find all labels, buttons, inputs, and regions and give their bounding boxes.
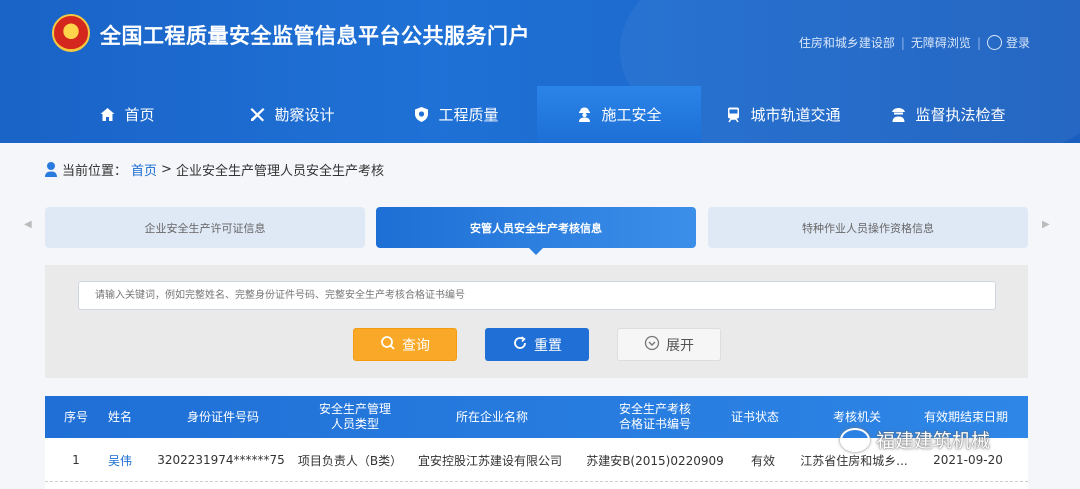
nav-label: 首页 [124,106,155,124]
column-header: 安全生产管理 人员类型 [318,402,391,431]
location-pin-icon [44,161,58,178]
column-header: 序号 [63,409,88,424]
link-divider: | [900,35,905,50]
nav-item-rail-transit[interactable]: 城市轨道交通 [718,86,848,143]
site-title: 全国工程质量安全监管信息平台公共服务门户 [100,24,530,48]
nav-label: 施工安全 [601,106,662,124]
expand-button[interactable]: 展开 [617,328,721,361]
cell-company: 宜安控股江苏建设有限公司 [417,453,562,468]
worker-icon [576,106,593,123]
column-header: 安全生产考核 合格证书编号 [618,402,691,431]
site-header: 全国工程质量安全监管信息平台公共服务门户 住房和城乡建设部 | 无障碍浏览 | … [0,0,1080,143]
cell-person-type: 项目负责人（B类） [297,453,403,468]
tab-special-operation[interactable]: 特种作业人员操作资格信息 [708,207,1028,248]
top-links: 住房和城乡建设部 | 无障碍浏览 | 登录 [799,34,1030,51]
shield-icon [413,106,430,123]
ministry-link[interactable]: 住房和城乡建设部 [799,34,895,51]
nav-item-construction-safety[interactable]: 施工安全 [537,86,701,143]
tab-enterprise-license[interactable]: 企业安全生产许可证信息 [45,207,365,248]
column-header: 所在企业名称 [455,409,528,424]
chevron-down-circle-icon [644,335,660,355]
refresh-icon [512,335,528,355]
wechat-icon [840,427,870,452]
nav-label: 城市轨道交通 [750,106,841,124]
search-panel: 查询 重置 展开 [45,265,1028,378]
breadcrumb-home-link[interactable]: 首页 [131,160,157,179]
link-divider: | [976,35,981,50]
nav-item-home[interactable]: 首页 [82,86,172,143]
cell-name-link[interactable]: 吴伟 [100,438,140,482]
expand-button-label: 展开 [666,337,694,354]
cell-status: 有效 [750,453,775,468]
search-button-label: 查询 [402,337,430,354]
reset-button-label: 重置 [534,337,562,354]
login-link[interactable]: 登录 [986,34,1030,51]
search-input[interactable] [78,281,996,310]
chevron-right-icon[interactable]: ▶ [1042,219,1050,230]
nav-item-supervision[interactable]: 监督执法检查 [884,86,1012,143]
tab-safety-manager-exam[interactable]: 安管人员安全生产考核信息 [376,207,696,255]
wechat-watermark: 福建建筑机械 [840,426,990,453]
search-button[interactable]: 查询 [353,328,457,361]
column-header: 证书状态 [730,409,779,424]
nav-label: 工程质量 [438,106,499,124]
breadcrumb-current: 企业安全生产管理人员安全生产考核 [175,163,384,179]
chevron-left-icon[interactable]: ◀ [24,219,32,230]
tools-icon [249,106,266,123]
breadcrumb-separator: > [161,161,172,177]
national-emblem-icon [52,14,90,52]
column-header: 姓名 [107,409,132,424]
cell-id-number: 3202231974******75 [157,453,285,467]
nav-item-survey-design[interactable]: 勘察设计 [233,86,351,143]
user-icon [986,35,1002,50]
watermark-text: 福建建筑机械 [876,430,991,452]
tab-label: 企业安全生产许可证信息 [144,221,266,235]
train-icon [725,106,742,123]
main-nav: 首页 勘察设计 工程质量 施工安全 城市轨道交通 监督执法检查 [0,86,1080,143]
column-header: 身份证件号码 [186,409,259,424]
login-label: 登录 [1005,36,1030,50]
nav-item-quality[interactable]: 工程质量 [397,86,515,143]
home-icon [99,106,116,123]
tab-label: 特种作业人员操作资格信息 [802,221,934,235]
cell-index: 1 [72,453,80,467]
cell-certificate-number: 苏建安B(2015)0220909 [586,453,724,468]
officer-icon [890,106,907,123]
search-icon [380,335,396,355]
accessibility-link[interactable]: 无障碍浏览 [911,34,971,51]
tab-label: 安管人员安全生产考核信息 [470,221,602,235]
breadcrumb-prefix: 当前位置： [62,163,128,179]
nav-label: 勘察设计 [274,106,335,124]
breadcrumb: 当前位置： 首页 > 企业安全生产管理人员安全生产考核 [44,158,384,180]
reset-button[interactable]: 重置 [485,328,589,361]
nav-label: 监督执法检查 [915,106,1006,124]
